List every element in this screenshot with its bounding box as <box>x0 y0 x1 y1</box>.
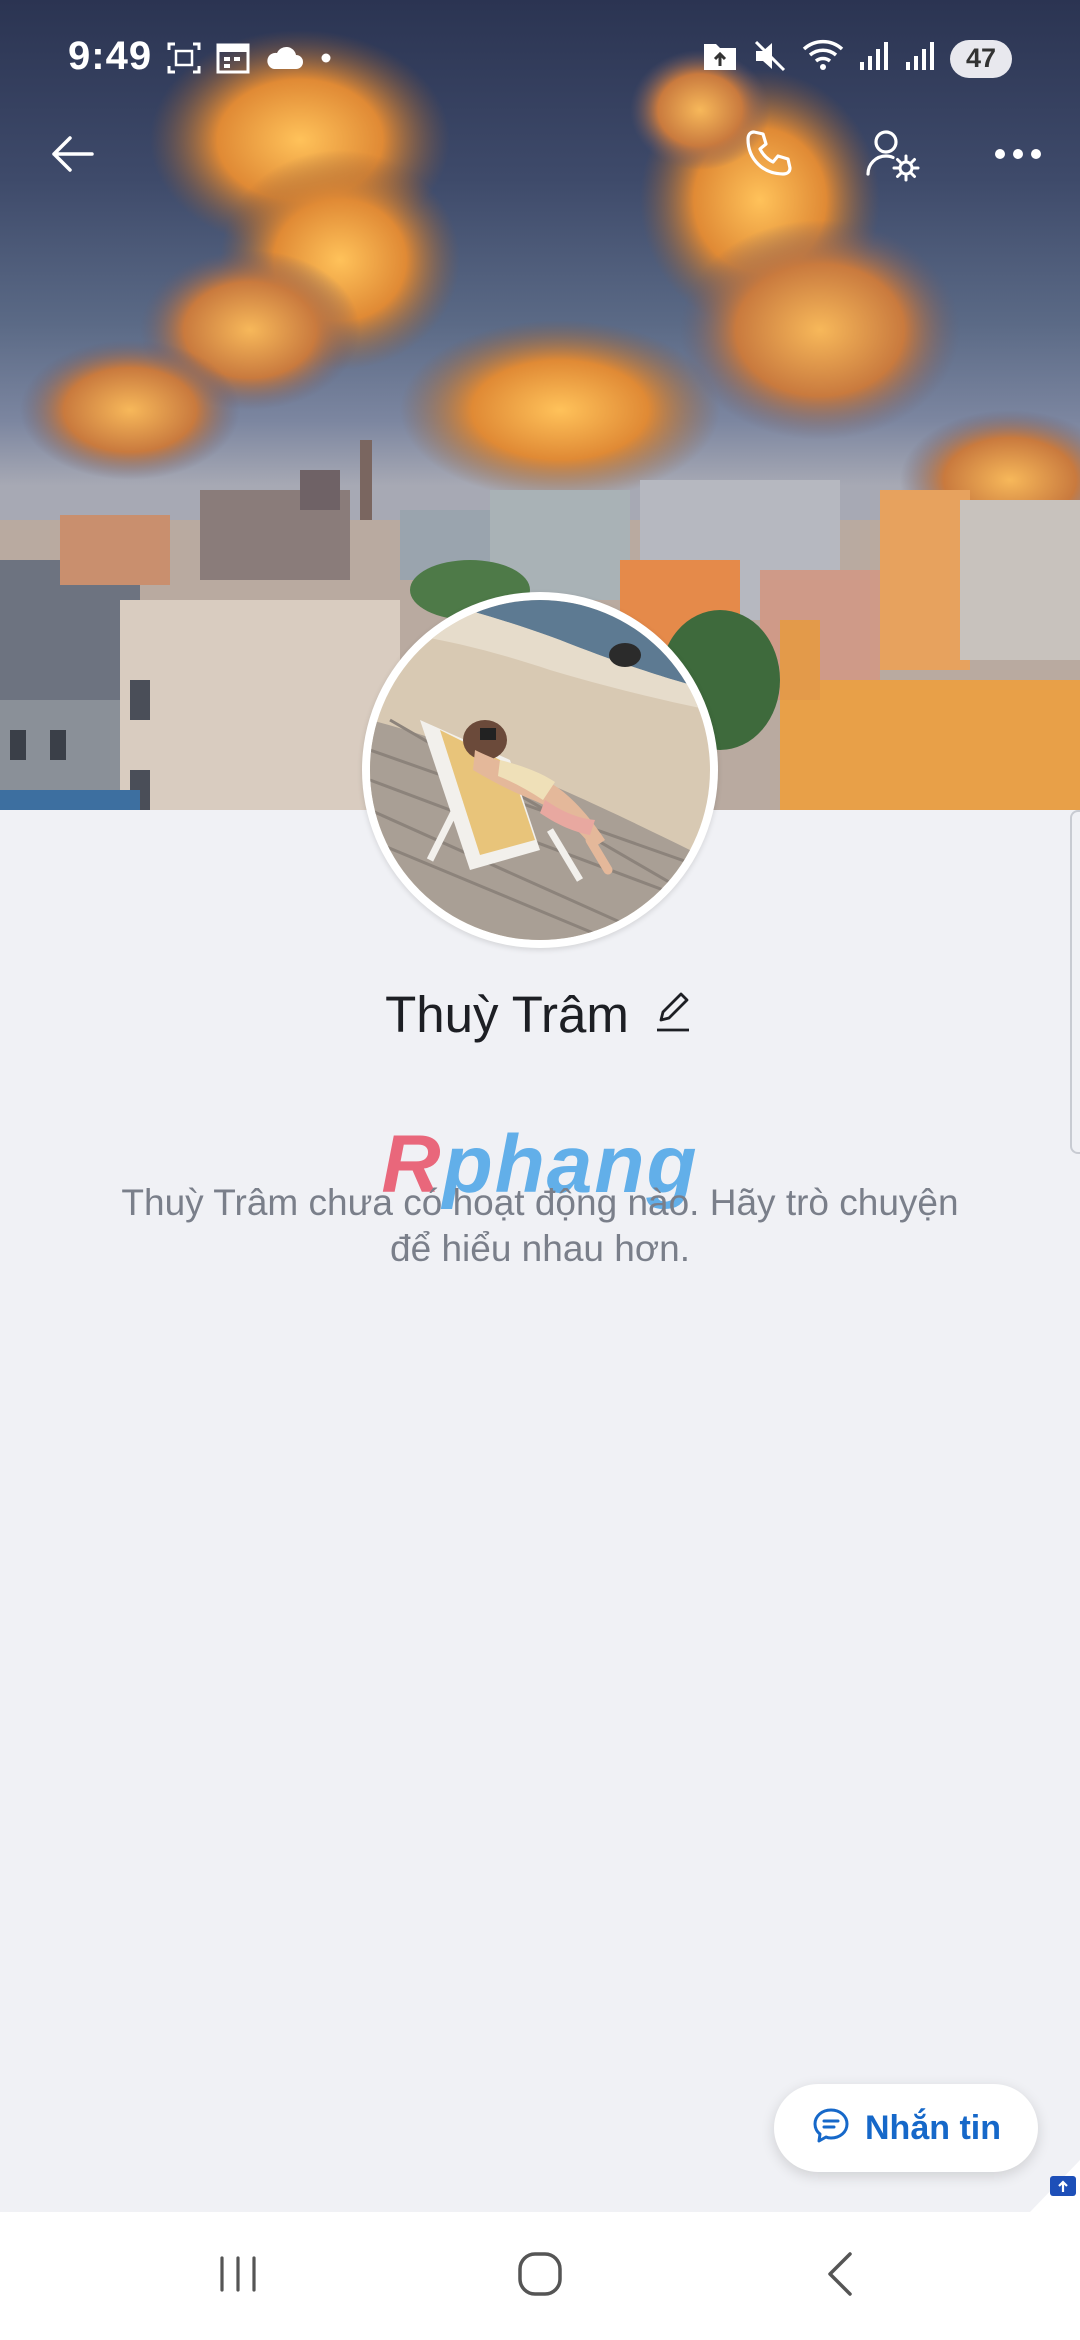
arrow-left-icon <box>44 126 100 187</box>
screenshot-icon <box>166 40 202 81</box>
battery-indicator: 47 <box>950 39 1012 78</box>
recent-apps-button[interactable] <box>178 2236 298 2316</box>
empty-activity-line-2: để hiểu nhau hơn. <box>390 1228 690 1269</box>
send-message-button[interactable]: Nhắn tin <box>774 2084 1038 2172</box>
profile-name-row: Thuỳ Trâm <box>0 985 1080 1044</box>
profile-screen: 9:49 47 Thuỳ Trâm Rphang Thuỳ Trâm chưa … <box>0 0 1080 2340</box>
home-icon <box>516 2250 564 2303</box>
home-button[interactable] <box>480 2236 600 2316</box>
signal-icon <box>904 40 936 77</box>
empty-activity-line-1: Thuỳ Trâm chưa có hoạt động nào. Hãy trò… <box>121 1182 959 1223</box>
system-nav-bar <box>0 2212 1080 2340</box>
chat-bubble-icon <box>811 2106 851 2151</box>
system-back-button[interactable] <box>782 2236 902 2316</box>
status-icons-left <box>166 40 334 81</box>
user-settings-icon <box>862 124 922 189</box>
upload-badge[interactable] <box>1010 2160 1080 2212</box>
cloud-icon <box>264 43 304 78</box>
profile-settings-button[interactable] <box>852 116 932 196</box>
upload-folder-icon <box>702 40 738 77</box>
recent-apps-icon <box>216 2252 260 2301</box>
avatar-photo <box>370 600 710 940</box>
wifi-icon <box>802 39 844 78</box>
status-bar: 9:49 47 <box>0 0 1080 120</box>
profile-name: Thuỳ Trâm <box>385 986 629 1043</box>
empty-activity-message: Thuỳ Trâm chưa có hoạt động nào. Hãy trò… <box>90 1180 990 1272</box>
back-chevron-icon <box>820 2250 864 2303</box>
more-horizontal-icon <box>992 146 1044 167</box>
back-button[interactable] <box>32 116 112 196</box>
status-time: 9:49 <box>68 34 153 78</box>
send-message-label: Nhắn tin <box>865 2108 1001 2147</box>
more-button[interactable] <box>978 116 1058 196</box>
call-button[interactable] <box>728 116 808 196</box>
edit-name-button[interactable] <box>651 990 695 1039</box>
status-icons-right: 47 <box>702 38 1012 79</box>
mute-icon <box>752 38 788 79</box>
phone-icon <box>740 126 796 187</box>
signal-icon <box>858 40 890 77</box>
calendar-icon <box>216 41 250 80</box>
dot-icon <box>318 50 334 71</box>
avatar[interactable] <box>362 592 718 948</box>
pencil-icon <box>653 990 693 1039</box>
scroll-indicator[interactable] <box>1070 810 1080 1154</box>
